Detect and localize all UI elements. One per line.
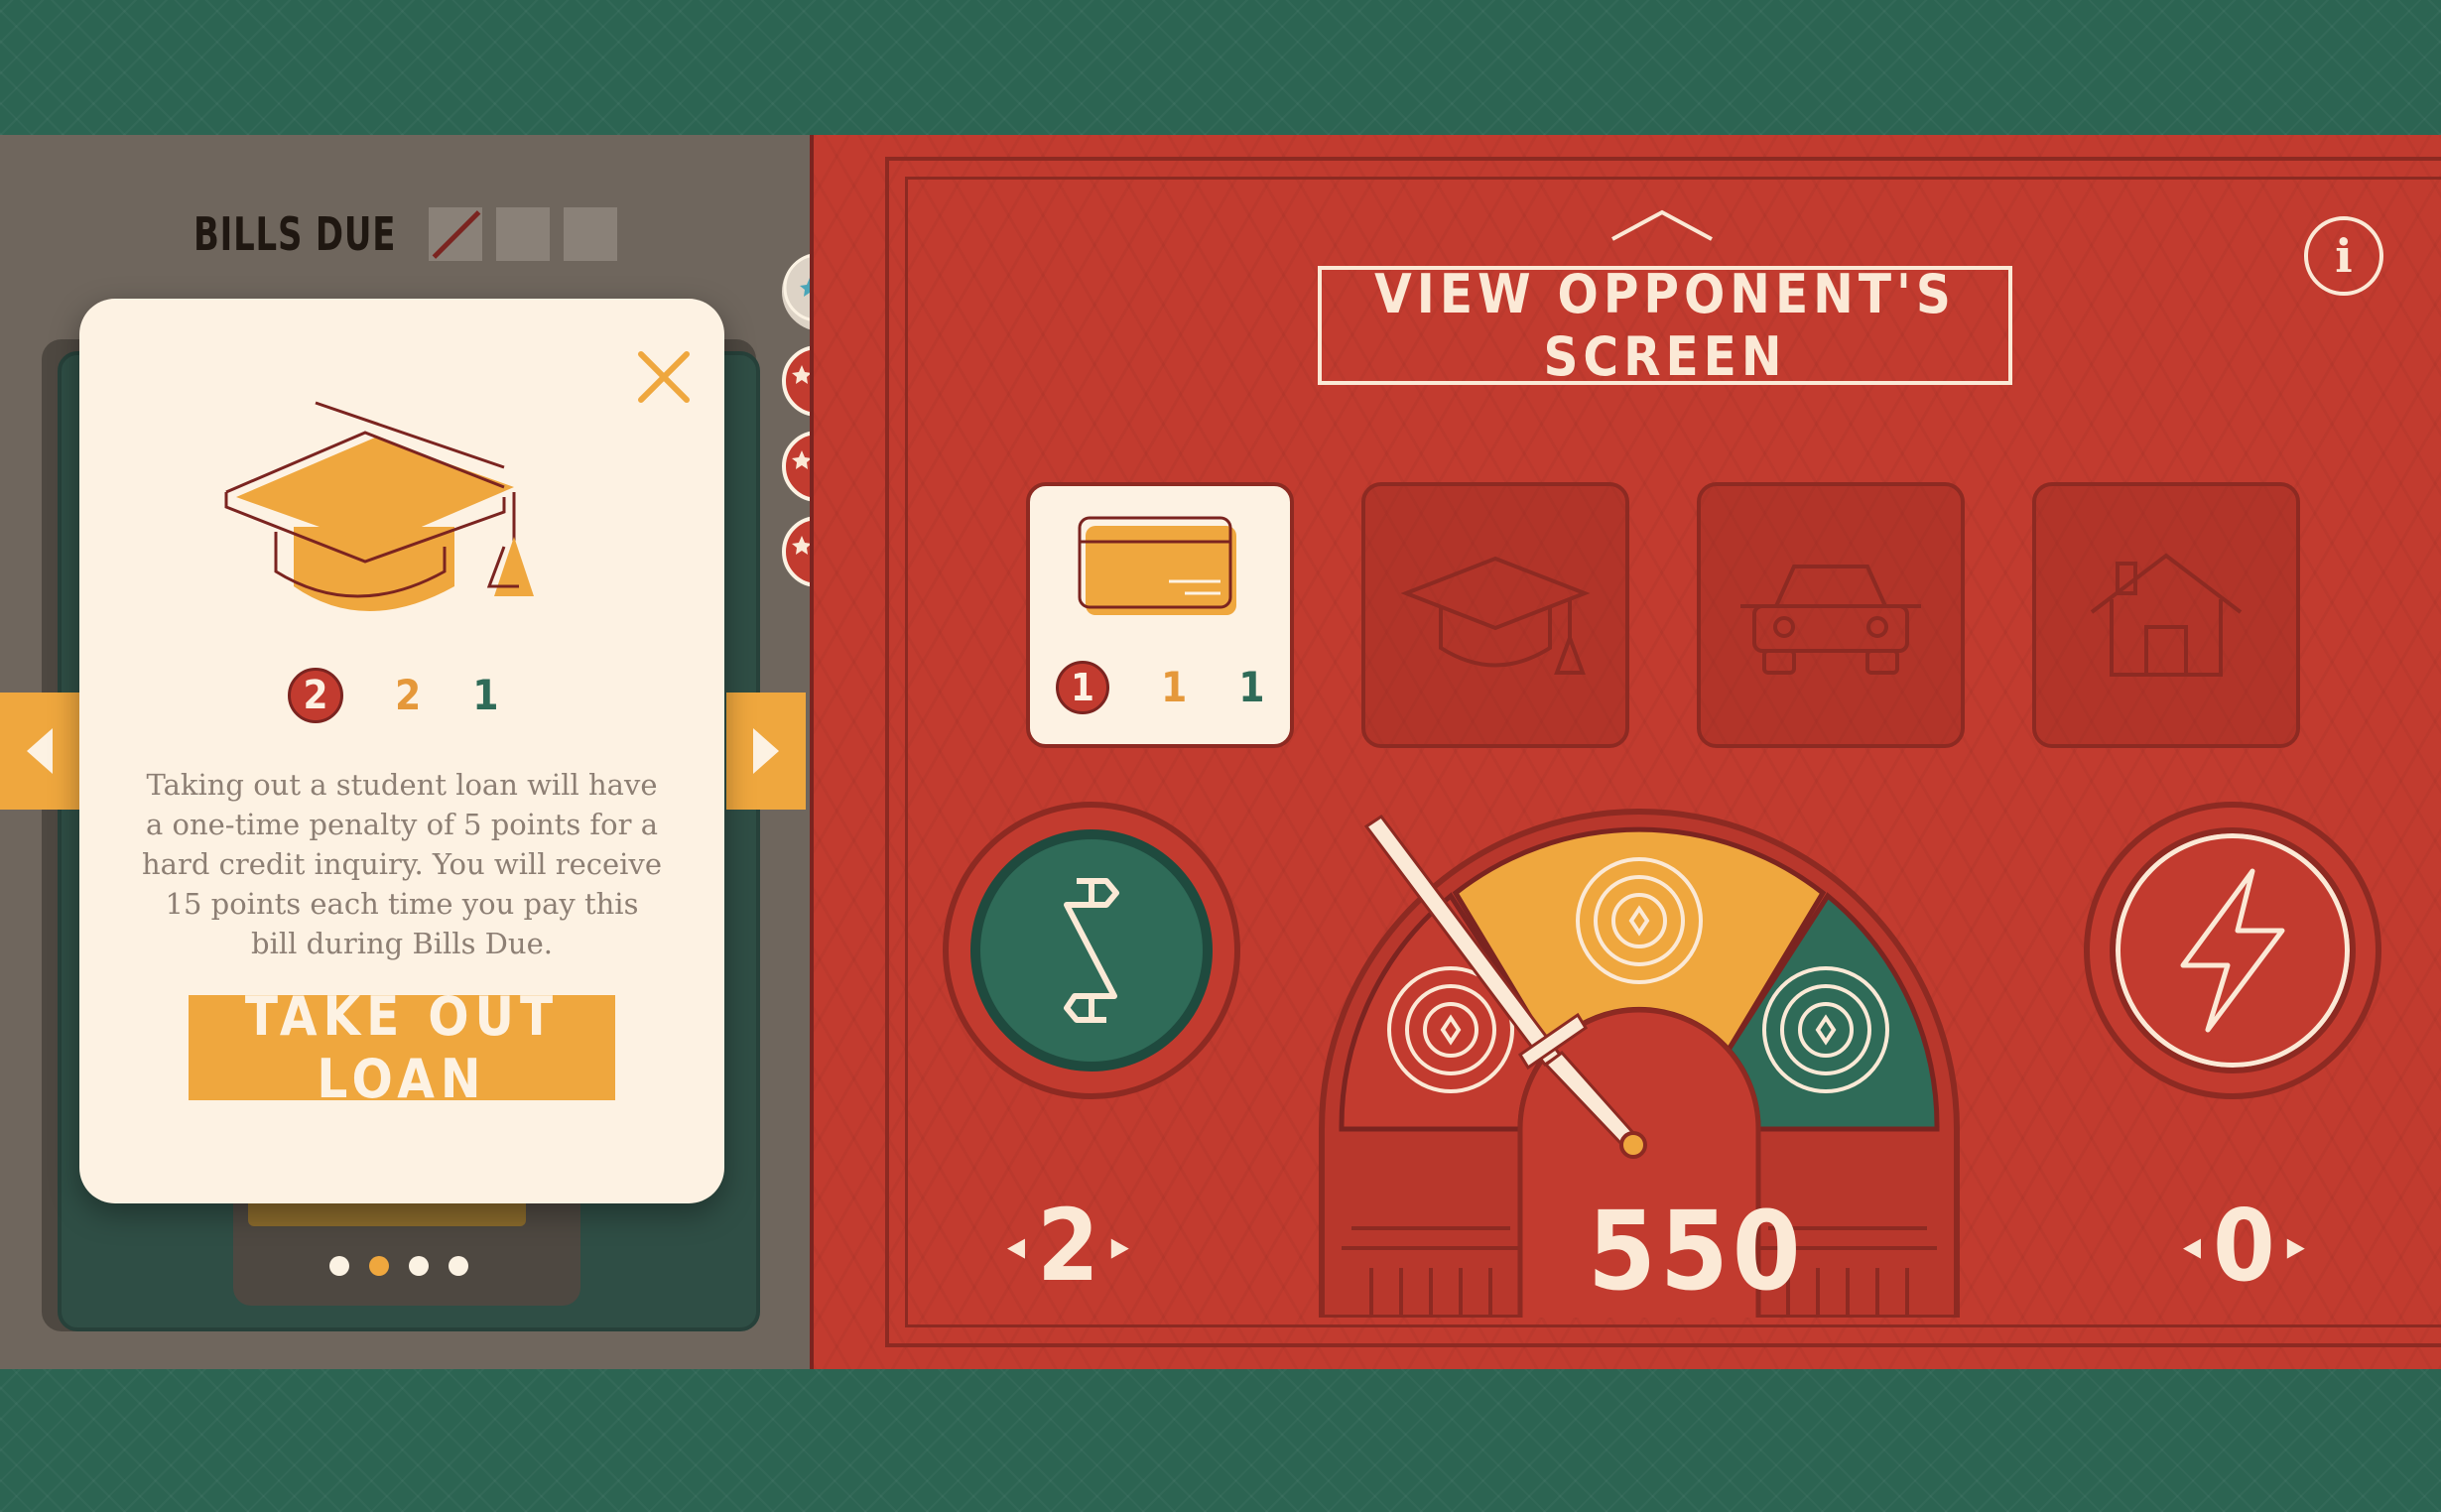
counter-decoration: ◂ [1007, 1223, 1026, 1269]
game-board-panel: VIEW OPPONENT'S SCREEN i 1 1 1 ◂ 2 ▸ 550… [810, 135, 2441, 1369]
house-icon [2090, 553, 2243, 677]
stat-yellow: 2 [395, 671, 422, 719]
stat-green: 1 [1238, 663, 1265, 711]
take-out-loan-button[interactable]: TAKE OUT LOAN [189, 985, 615, 1110]
credit-card-icon [1078, 516, 1236, 615]
stat-red: 1 [1056, 661, 1109, 714]
bills-due-label: BILLS DUE [193, 207, 397, 261]
page-dot[interactable] [449, 1256, 468, 1276]
stat-yellow: 1 [1161, 663, 1188, 711]
card-page-indicator [329, 1256, 468, 1276]
credit-card-stats: 1 1 1 [1056, 661, 1265, 714]
counter-decoration: ▸ [1110, 1223, 1129, 1269]
power-count: 0 [2213, 1188, 2275, 1304]
chevron-up-icon[interactable] [1607, 204, 1717, 244]
car-icon [1740, 565, 1921, 675]
bill-card-credit-card[interactable]: 1 1 1 [1026, 482, 1294, 748]
score-value: 550 [1588, 1188, 1805, 1315]
bills-due-box-2 [496, 207, 551, 261]
money-counter: ◂ 2 ▸ [1007, 1197, 1129, 1296]
bills-due-tracker: BILLS DUE [193, 204, 618, 264]
power-counter: ◂ 0 ▸ [2183, 1197, 2305, 1296]
student-loan-card: 2 2 1 Taking out a student loan will hav… [79, 299, 724, 1203]
money-button[interactable] [970, 829, 1213, 1071]
chevron-right-icon [753, 728, 779, 774]
page-dot[interactable] [329, 1256, 349, 1276]
info-button[interactable]: i [2304, 216, 2383, 296]
page-dot-active[interactable] [369, 1256, 389, 1276]
card-description: Taking out a student loan will have a on… [142, 768, 662, 960]
counter-decoration: ▸ [2286, 1223, 2305, 1269]
graduation-cap-icon [224, 401, 534, 611]
stat-green: 1 [472, 671, 499, 719]
view-opponent-screen-button[interactable]: VIEW OPPONENT'S SCREEN [1318, 263, 2012, 388]
previous-card-button[interactable] [0, 693, 79, 810]
stat-red: 2 [288, 668, 343, 723]
counter-decoration: ◂ [2183, 1223, 2202, 1269]
bottom-background-band [0, 1369, 2441, 1512]
close-icon[interactable] [631, 344, 697, 410]
chevron-left-icon [27, 728, 53, 774]
page-dot[interactable] [409, 1256, 429, 1276]
lightning-bolt-icon [2180, 868, 2285, 1033]
bill-card-car-loan[interactable] [1697, 482, 1965, 748]
bills-due-box-3 [564, 207, 618, 261]
dollar-sign-icon [1064, 878, 1119, 1023]
bill-card-student-loan[interactable] [1361, 482, 1629, 748]
score-counter: 550 [1588, 1197, 1805, 1306]
bills-due-box-1 [429, 207, 483, 261]
graduation-cap-icon [1400, 556, 1591, 675]
top-background-band [0, 0, 2441, 135]
next-card-button[interactable] [726, 693, 806, 810]
power-button[interactable] [2110, 827, 2356, 1073]
bill-card-mortgage[interactable] [2032, 482, 2300, 748]
money-count: 2 [1037, 1188, 1099, 1304]
card-stats: 2 2 1 [288, 668, 499, 723]
